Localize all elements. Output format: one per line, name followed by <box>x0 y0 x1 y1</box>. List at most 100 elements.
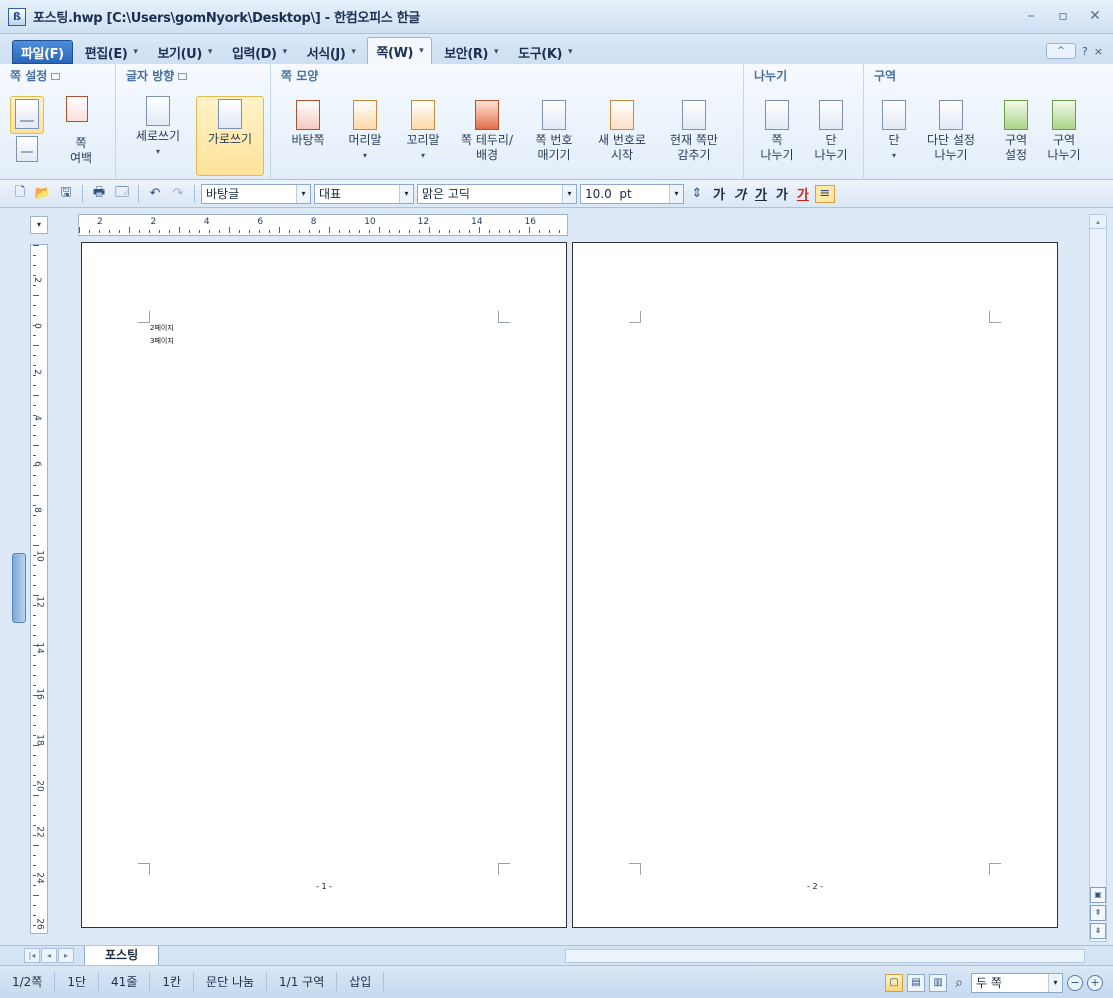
multi-column-break-button[interactable]: 다단 설정 나누기 <box>916 100 986 163</box>
menu-tab-tools[interactable]: 도구(K) ▾ <box>510 40 580 64</box>
hide-page-icon <box>682 100 706 130</box>
page-setup-button[interactable] <box>10 96 44 134</box>
ruler-tick <box>419 230 420 233</box>
chevron-down-icon: ▾ <box>891 151 896 160</box>
document-page[interactable]: - 2 - <box>572 242 1058 928</box>
horizontal-ruler[interactable]: 2 2 4 6 8 10 12 14 16 <box>78 214 568 236</box>
text-line[interactable]: 2페이지 <box>150 323 174 333</box>
horizontal-scrollbar[interactable] <box>565 949 1085 963</box>
ruler-tick <box>349 230 350 233</box>
page-view-icon[interactable]: ▢ <box>885 974 904 992</box>
page-orientation-button[interactable] <box>12 136 42 165</box>
page-margin-button[interactable]: 쪽 여백 <box>58 136 104 166</box>
ruler-label: 10 <box>364 217 376 227</box>
zoom-icon[interactable]: ⌕ <box>955 975 963 991</box>
align-justify-icon[interactable]: ≡ <box>814 184 835 203</box>
help-icon[interactable]: ? <box>1082 45 1088 58</box>
ruler-tick <box>33 505 36 506</box>
scroll-up-icon[interactable]: ▴ <box>1090 215 1106 229</box>
first-tab-icon[interactable]: |◂ <box>24 948 40 963</box>
dialog-launcher-icon[interactable] <box>51 73 61 80</box>
ruler-tick <box>159 230 160 233</box>
page-border-button[interactable] <box>62 96 92 125</box>
font-select[interactable]: 맑은 고딕 ▾ <box>417 183 577 204</box>
column-break-button[interactable]: 단 나누기 <box>806 100 856 163</box>
ruler-tick <box>33 895 39 896</box>
footer-button[interactable]: 꼬리말 ▾ <box>395 100 451 163</box>
document-page[interactable]: 2페이지 3페이지 - 1 - <box>81 242 567 928</box>
vertical-scrollbar[interactable]: ▴ ▣ ⇞ ⇟ <box>1089 214 1107 942</box>
strikethrough-button[interactable]: 가 <box>773 184 791 203</box>
underline-button[interactable]: 가 <box>752 184 770 203</box>
ruler-tick <box>279 227 280 233</box>
section-break-button[interactable]: 구역 나누기 <box>1042 100 1086 163</box>
undo-icon[interactable]: ↶ <box>145 185 165 203</box>
text-line[interactable]: 3페이지 <box>150 336 174 346</box>
vertical-ruler[interactable]: 2 0 2 4 6 8 10 12 14 16 18 20 22 24 26 <box>30 244 48 934</box>
menu-tab-format[interactable]: 서식(J) ▾ <box>299 40 364 64</box>
menu-tab-file[interactable]: 파일(F) <box>12 40 73 64</box>
toolbar-divider <box>82 184 83 203</box>
ruler-tick <box>33 475 36 476</box>
ribbon-collapse-button[interactable]: ^ <box>1045 43 1076 59</box>
side-panel-toggle[interactable] <box>12 553 26 623</box>
font-size-input[interactable]: 10.0 pt ▾ <box>580 183 684 204</box>
bold-button[interactable]: 가 <box>710 184 728 203</box>
zoom-in-icon[interactable]: + <box>1087 975 1103 991</box>
prev-tab-icon[interactable]: ◂ <box>41 948 57 963</box>
new-number-button[interactable]: 새 번호로 시작 <box>589 100 655 163</box>
columns-button[interactable]: 단 ▾ <box>874 100 914 163</box>
section-setup-button[interactable]: 구역 설정 <box>994 100 1038 163</box>
page-break-button[interactable]: 쪽 나누기 <box>752 100 802 163</box>
save-icon[interactable]: 🖫 <box>56 185 76 203</box>
menu-tab-security[interactable]: 보안(R) ▾ <box>436 40 506 64</box>
maximize-icon[interactable]: ▫ <box>1053 7 1073 25</box>
menu-tab-insert[interactable]: 입력(D) ▾ <box>224 40 295 64</box>
ruler-tick <box>33 305 36 306</box>
italic-button[interactable]: 가 <box>731 184 749 203</box>
page-border-bg-button[interactable]: 쪽 테두리/ 배경 <box>453 100 521 163</box>
font-color-button[interactable]: 가 <box>794 184 812 203</box>
size-stepper-icon[interactable]: ⇕ <box>687 185 707 203</box>
ruler-tick <box>33 485 36 486</box>
document-tab[interactable]: 포스팅 <box>84 946 160 966</box>
language-select[interactable]: 대표 ▾ <box>314 183 414 204</box>
ruler-tick <box>33 385 36 386</box>
ruler-label: 24 <box>34 872 45 884</box>
open-folder-icon[interactable]: 📂 <box>33 185 53 203</box>
outline-view-icon[interactable]: ▥ <box>929 974 948 992</box>
hide-current-page-button[interactable]: 현재 쪽만 감추기 <box>659 100 729 163</box>
chevron-down-icon: ▾ <box>562 184 576 203</box>
zoom-out-icon[interactable]: − <box>1067 975 1083 991</box>
master-page-button[interactable]: 바탕쪽 <box>281 100 335 148</box>
ruler-tick <box>309 230 310 233</box>
header-button[interactable]: 머리말 ▾ <box>337 100 393 163</box>
close-ribbon-icon[interactable]: × <box>1094 45 1103 58</box>
normal-view-icon[interactable]: ▤ <box>907 974 926 992</box>
style-select[interactable]: 바탕글 ▾ <box>201 183 311 204</box>
dialog-launcher-icon[interactable] <box>178 73 188 80</box>
minimize-icon[interactable]: – <box>1021 7 1041 25</box>
print-preview-icon[interactable]: 🗔 <box>112 185 132 203</box>
previous-page-icon[interactable]: ⇞ <box>1090 905 1106 921</box>
page-number-button[interactable]: 쪽 번호 매기기 <box>523 100 585 163</box>
ruler-tick <box>289 230 290 233</box>
close-icon[interactable]: ✕ <box>1085 7 1105 25</box>
new-document-icon[interactable]: 🗋 <box>10 185 30 203</box>
view-mode-icon[interactable]: ▣ <box>1090 887 1106 903</box>
print-icon[interactable]: 🖶 <box>89 185 109 203</box>
next-page-icon[interactable]: ⇟ <box>1090 923 1106 939</box>
zoom-select[interactable]: 두 쪽 ▾ <box>971 973 1063 993</box>
redo-icon[interactable]: ↷ <box>168 185 188 203</box>
horizontal-writing-button[interactable]: 가로쓰기 <box>196 96 264 176</box>
status-insert-mode[interactable]: 삽입 <box>337 972 385 992</box>
tab-type-icon[interactable]: ▾ <box>30 216 48 234</box>
vertical-writing-button[interactable]: 세로쓰기 ▾ <box>126 96 190 159</box>
ruler-tick <box>509 230 510 233</box>
menu-tab-view[interactable]: 보기(U) ▾ <box>150 40 220 64</box>
menu-tab-page[interactable]: 쪽(W) ▾ <box>367 37 433 64</box>
next-tab-icon[interactable]: ▸ <box>58 948 74 963</box>
status-page[interactable]: 1/2쪽 <box>0 972 56 992</box>
hwp-app-icon[interactable]: ß <box>8 7 26 26</box>
menu-tab-edit[interactable]: 편집(E) ▾ <box>77 40 146 64</box>
